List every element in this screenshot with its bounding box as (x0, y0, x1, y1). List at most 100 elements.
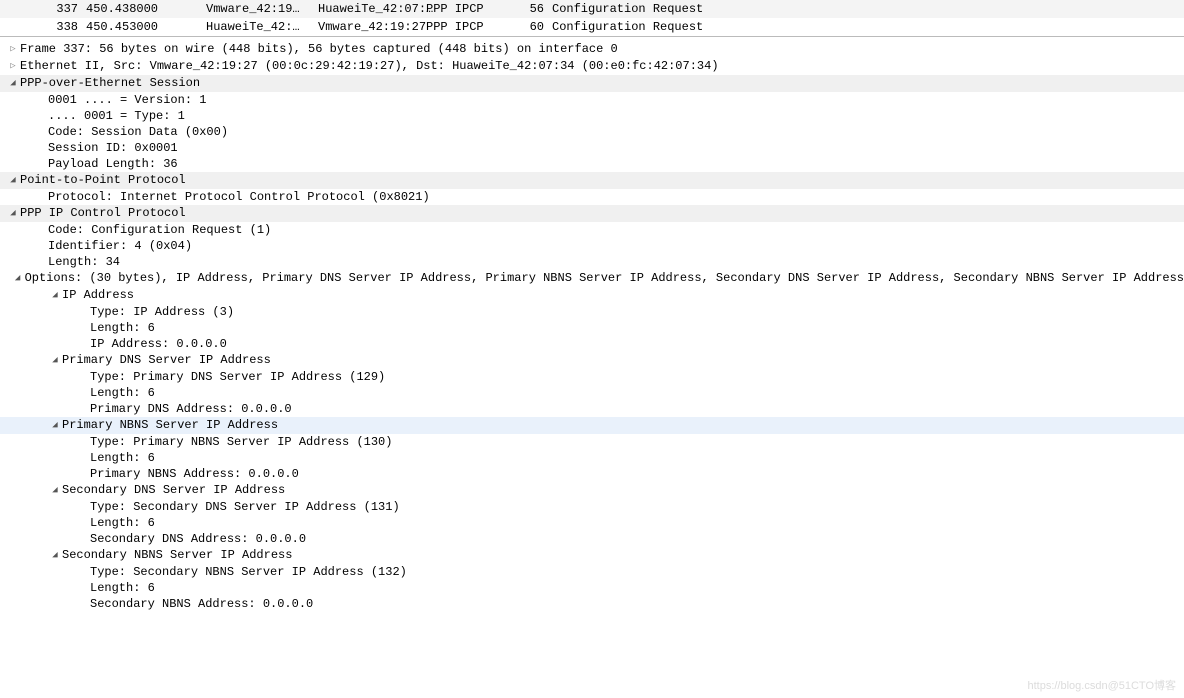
tree-collapsed-icon[interactable] (6, 41, 20, 58)
detail-row[interactable]: Secondary NBNS Server IP Address (0, 547, 1184, 564)
tree-expanded-icon[interactable] (6, 205, 20, 222)
detail-text: Length: 6 (90, 580, 1184, 596)
detail-row[interactable]: PPP-over-Ethernet Session (0, 75, 1184, 92)
detail-row[interactable]: IP Address: 0.0.0.0 (0, 336, 1184, 352)
detail-text: Point-to-Point Protocol (20, 172, 1184, 188)
detail-row[interactable]: Code: Configuration Request (1) (0, 222, 1184, 238)
detail-row[interactable]: Session ID: 0x0001 (0, 140, 1184, 156)
detail-row[interactable]: Ethernet II, Src: Vmware_42:19:27 (00:0c… (0, 58, 1184, 75)
packet-proto: PPP IPCP (426, 19, 500, 35)
tree-expanded-icon[interactable] (48, 287, 62, 304)
tree-expanded-icon[interactable] (6, 75, 20, 92)
packet-time: 450.453000 (86, 19, 206, 35)
detail-row[interactable]: PPP IP Control Protocol (0, 205, 1184, 222)
detail-text: Code: Configuration Request (1) (48, 222, 1184, 238)
packet-dst: HuaweiTe_42:07:… (318, 1, 426, 17)
detail-row[interactable]: Secondary NBNS Address: 0.0.0.0 (0, 596, 1184, 612)
detail-row[interactable]: Identifier: 4 (0x04) (0, 238, 1184, 254)
detail-text: IP Address (62, 287, 1184, 303)
detail-text: Session ID: 0x0001 (48, 140, 1184, 156)
detail-row[interactable]: Frame 337: 56 bytes on wire (448 bits), … (0, 41, 1184, 58)
packet-no: 338 (24, 19, 86, 35)
detail-row[interactable]: Length: 6 (0, 320, 1184, 336)
detail-text: Length: 6 (90, 320, 1184, 336)
packet-info: Configuration Request (552, 19, 1184, 35)
tree-expanded-icon[interactable] (48, 352, 62, 369)
detail-row[interactable]: Code: Session Data (0x00) (0, 124, 1184, 140)
detail-row[interactable]: Length: 6 (0, 515, 1184, 531)
detail-row[interactable]: Type: Secondary NBNS Server IP Address (… (0, 564, 1184, 580)
detail-row[interactable]: Primary DNS Server IP Address (0, 352, 1184, 369)
packet-row[interactable]: 338450.453000HuaweiTe_42:…Vmware_42:19:2… (0, 18, 1184, 36)
detail-text: Primary NBNS Server IP Address (62, 417, 1184, 433)
packet-src: HuaweiTe_42:… (206, 19, 318, 35)
packet-info: Configuration Request (552, 1, 1184, 17)
detail-text: Length: 6 (90, 450, 1184, 466)
detail-text: Frame 337: 56 bytes on wire (448 bits), … (20, 41, 1184, 57)
tree-expanded-icon[interactable] (6, 172, 20, 189)
detail-text: Secondary NBNS Server IP Address (62, 547, 1184, 563)
detail-text: Options: (30 bytes), IP Address, Primary… (25, 270, 1184, 286)
detail-text: Primary NBNS Address: 0.0.0.0 (90, 466, 1184, 482)
packet-row[interactable]: 337450.438000Vmware_42:19…HuaweiTe_42:07… (0, 0, 1184, 18)
tree-expanded-icon[interactable] (48, 482, 62, 499)
detail-text: Length: 34 (48, 254, 1184, 270)
packet-dst: Vmware_42:19:27 (318, 19, 426, 35)
detail-row[interactable]: Primary NBNS Address: 0.0.0.0 (0, 466, 1184, 482)
detail-text: Payload Length: 36 (48, 156, 1184, 172)
packet-no: 337 (24, 1, 86, 17)
detail-text: Code: Session Data (0x00) (48, 124, 1184, 140)
detail-text: Length: 6 (90, 385, 1184, 401)
detail-row[interactable]: Type: Primary NBNS Server IP Address (13… (0, 434, 1184, 450)
detail-text: Protocol: Internet Protocol Control Prot… (48, 189, 1184, 205)
detail-text: Secondary DNS Server IP Address (62, 482, 1184, 498)
packet-list[interactable]: 337450.438000Vmware_42:19…HuaweiTe_42:07… (0, 0, 1184, 37)
detail-row[interactable]: Length: 6 (0, 385, 1184, 401)
detail-row[interactable]: 0001 .... = Version: 1 (0, 92, 1184, 108)
detail-row[interactable]: IP Address (0, 287, 1184, 304)
detail-row[interactable]: Primary NBNS Server IP Address (0, 417, 1184, 434)
detail-row[interactable]: Point-to-Point Protocol (0, 172, 1184, 189)
detail-text: Ethernet II, Src: Vmware_42:19:27 (00:0c… (20, 58, 1184, 74)
detail-row[interactable]: Protocol: Internet Protocol Control Prot… (0, 189, 1184, 205)
detail-row[interactable]: Payload Length: 36 (0, 156, 1184, 172)
packet-details[interactable]: Frame 337: 56 bytes on wire (448 bits), … (0, 37, 1184, 612)
detail-row[interactable]: Type: IP Address (3) (0, 304, 1184, 320)
detail-row[interactable]: Options: (30 bytes), IP Address, Primary… (0, 270, 1184, 287)
detail-text: Primary DNS Server IP Address (62, 352, 1184, 368)
detail-text: IP Address: 0.0.0.0 (90, 336, 1184, 352)
detail-row[interactable]: Secondary DNS Address: 0.0.0.0 (0, 531, 1184, 547)
detail-row[interactable]: Length: 6 (0, 580, 1184, 596)
detail-row[interactable]: Secondary DNS Server IP Address (0, 482, 1184, 499)
detail-text: Primary DNS Address: 0.0.0.0 (90, 401, 1184, 417)
detail-text: Type: Secondary DNS Server IP Address (1… (90, 499, 1184, 515)
detail-row[interactable]: Primary DNS Address: 0.0.0.0 (0, 401, 1184, 417)
detail-text: Secondary NBNS Address: 0.0.0.0 (90, 596, 1184, 612)
packet-src: Vmware_42:19… (206, 1, 318, 17)
detail-text: PPP-over-Ethernet Session (20, 75, 1184, 91)
detail-text: .... 0001 = Type: 1 (48, 108, 1184, 124)
packet-proto: PPP IPCP (426, 1, 500, 17)
detail-text: Type: IP Address (3) (90, 304, 1184, 320)
packet-len: 56 (500, 1, 552, 17)
watermark: https://blog.csdn@51CTO博客 (1027, 678, 1176, 694)
detail-text: Identifier: 4 (0x04) (48, 238, 1184, 254)
detail-text: Type: Primary NBNS Server IP Address (13… (90, 434, 1184, 450)
detail-text: PPP IP Control Protocol (20, 205, 1184, 221)
detail-text: Type: Secondary NBNS Server IP Address (… (90, 564, 1184, 580)
tree-expanded-icon[interactable] (48, 417, 62, 434)
packet-time: 450.438000 (86, 1, 206, 17)
detail-row[interactable]: Length: 6 (0, 450, 1184, 466)
detail-row[interactable]: Length: 34 (0, 254, 1184, 270)
detail-text: Length: 6 (90, 515, 1184, 531)
tree-expanded-icon[interactable] (11, 270, 25, 287)
packet-len: 60 (500, 19, 552, 35)
detail-row[interactable]: Type: Primary DNS Server IP Address (129… (0, 369, 1184, 385)
detail-text: Type: Primary DNS Server IP Address (129… (90, 369, 1184, 385)
tree-collapsed-icon[interactable] (6, 58, 20, 75)
detail-text: Secondary DNS Address: 0.0.0.0 (90, 531, 1184, 547)
tree-expanded-icon[interactable] (48, 547, 62, 564)
detail-row[interactable]: .... 0001 = Type: 1 (0, 108, 1184, 124)
detail-row[interactable]: Type: Secondary DNS Server IP Address (1… (0, 499, 1184, 515)
detail-text: 0001 .... = Version: 1 (48, 92, 1184, 108)
